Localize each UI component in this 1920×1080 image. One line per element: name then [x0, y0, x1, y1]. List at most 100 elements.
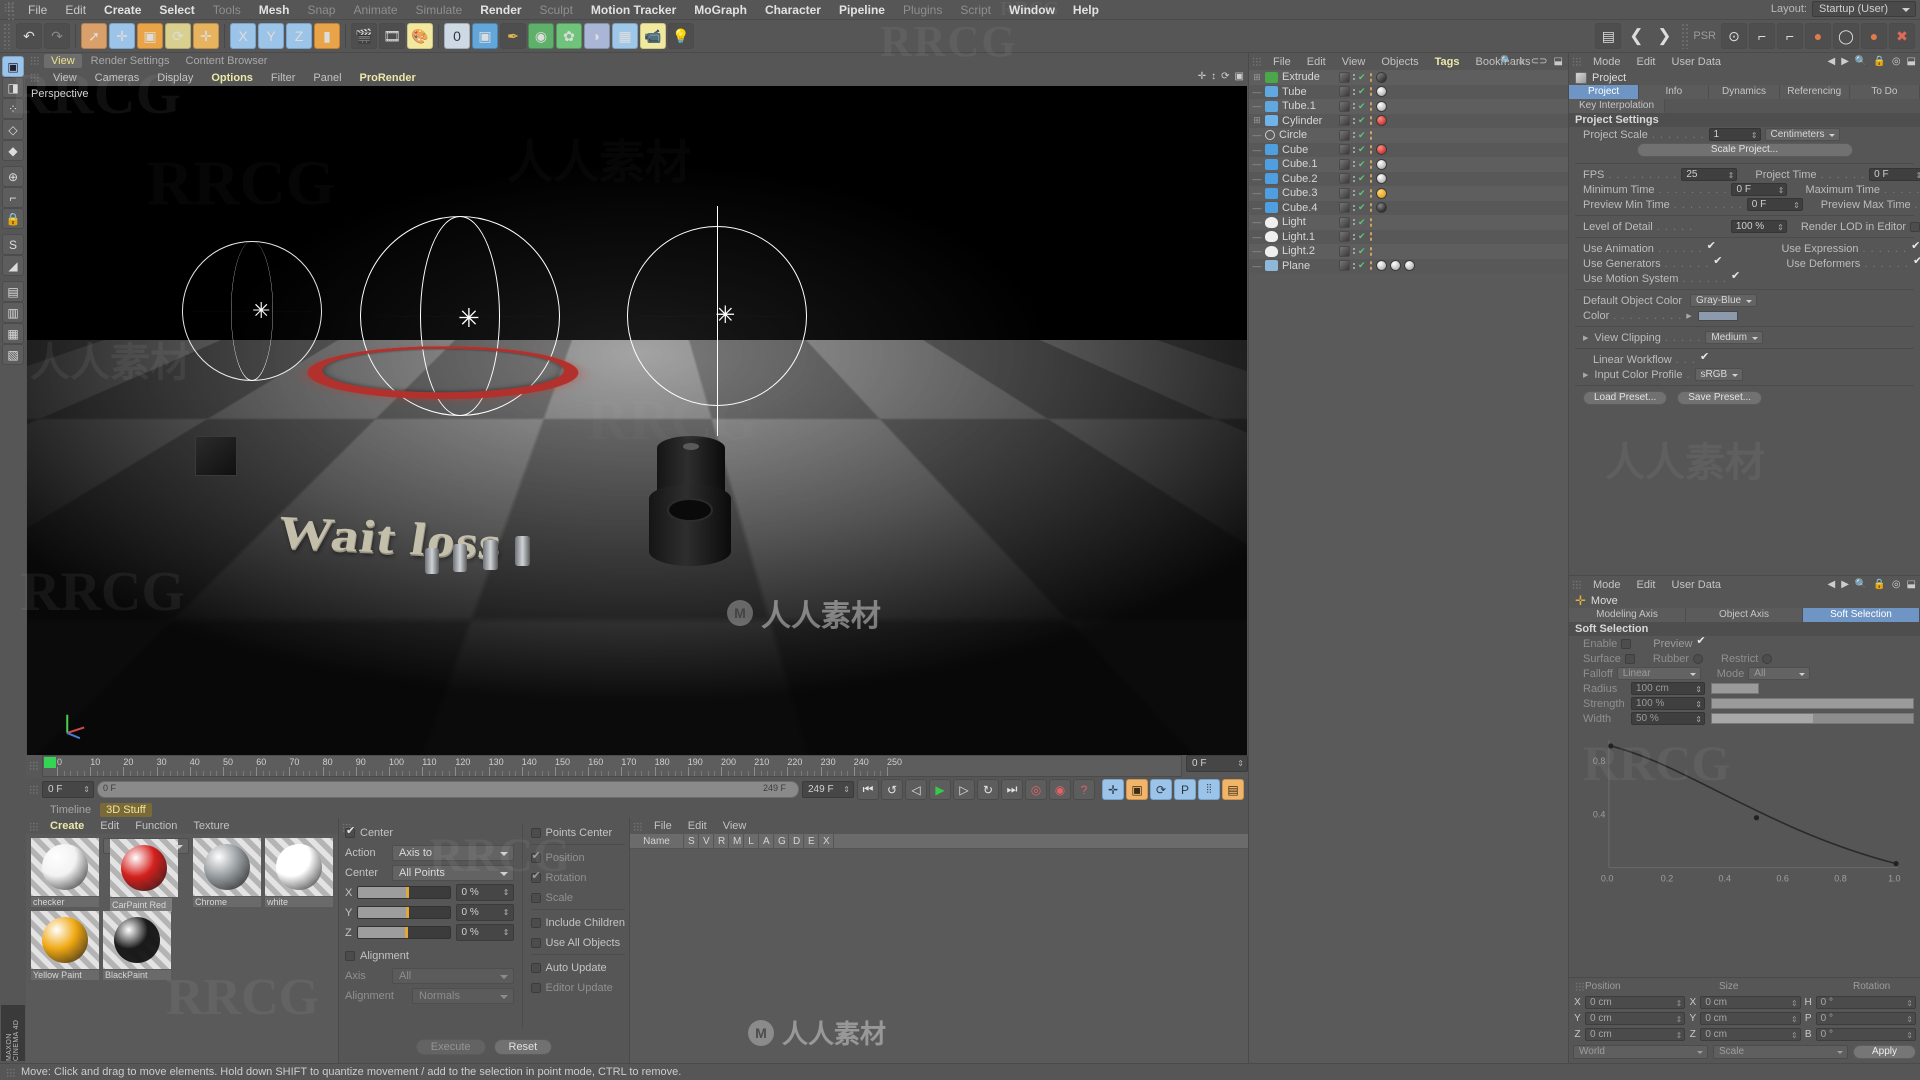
material-swatch[interactable] — [31, 838, 99, 896]
psr-grip[interactable] — [1681, 23, 1690, 49]
object-dots-icon[interactable] — [1353, 176, 1355, 182]
render-view-button[interactable]: 🎬 — [351, 23, 377, 49]
snap-spline-button[interactable]: ● — [1861, 23, 1887, 49]
array-button[interactable]: ◉ — [528, 23, 554, 49]
project-check-box[interactable] — [1707, 244, 1716, 254]
object-list[interactable]: ⊞Extrude✔—Tube✔—Tube.1✔⊞Cylinder✔—Circle… — [1249, 70, 1568, 1063]
center-axis-field[interactable]: 0 %⇕ — [456, 884, 514, 901]
object-row[interactable]: —Circle✔ — [1249, 128, 1568, 143]
alignment-checkbox[interactable] — [345, 951, 355, 961]
reset-button[interactable]: Reset — [494, 1039, 553, 1055]
radius-spinner[interactable]: ⇕ — [1695, 684, 1702, 695]
attribute-tab-info[interactable]: Info — [1639, 85, 1709, 99]
subdivision-button[interactable]: ◗ — [584, 23, 610, 49]
viewport-menu-view[interactable]: View — [44, 72, 86, 84]
expand-icon[interactable]: ⬓ — [1907, 579, 1916, 590]
material-swatch[interactable] — [110, 839, 178, 897]
animation-icon[interactable]: ▦ — [2, 323, 24, 344]
prev-layout-button[interactable]: ❮ — [1623, 23, 1649, 49]
coordinate-field[interactable]: 0 cm⇕ — [1700, 1028, 1800, 1041]
step-back-button[interactable]: ◁ — [905, 779, 927, 800]
menu-item-sculpt[interactable]: Sculpt — [531, 0, 582, 20]
coordinate-system-dropdown[interactable]: World — [1573, 1045, 1708, 1059]
object-material-tag[interactable] — [1376, 188, 1387, 199]
target-icon[interactable]: ◎ — [1892, 56, 1901, 67]
linear-workflow-checkbox[interactable] — [1700, 355, 1710, 365]
soft-selection-grip[interactable] — [1572, 580, 1581, 589]
object-enabled-check[interactable]: ✔ — [1358, 188, 1366, 199]
structure-manager-grip[interactable] — [633, 822, 642, 831]
material-item[interactable]: Chrome — [193, 838, 261, 907]
viewport-menu-panel[interactable]: Panel — [304, 72, 350, 84]
width-field[interactable]: 50 % ⇕ — [1631, 712, 1705, 725]
object-visibility-tag[interactable] — [1339, 202, 1350, 213]
object-tree-toggle[interactable]: — — [1249, 246, 1265, 256]
material-swatch[interactable] — [265, 838, 333, 896]
object-tree-toggle[interactable]: — — [1249, 261, 1265, 271]
material-menu-create[interactable]: Create — [42, 820, 92, 832]
menu-item-create[interactable]: Create — [95, 0, 150, 20]
goto-start-button[interactable]: ⏮ — [857, 779, 879, 800]
object-enabled-check[interactable]: ✔ — [1358, 144, 1366, 155]
object-dots-icon[interactable] — [1353, 103, 1355, 109]
object-row[interactable]: —Cube.4✔ — [1249, 201, 1568, 216]
light-gizmo-1[interactable]: ✳ — [182, 241, 322, 381]
world-object-toggle-button[interactable]: ▮ — [314, 23, 340, 49]
status-bar-grip[interactable] — [6, 1068, 15, 1077]
project-field-spinner[interactable]: ⇕ — [1793, 200, 1800, 211]
object-visibility-tag[interactable] — [1339, 188, 1350, 199]
coordinate-spinner[interactable]: ⇕ — [1676, 1030, 1683, 1041]
object-dots-icon[interactable] — [1353, 147, 1355, 153]
object-visibility-tag[interactable] — [1339, 144, 1350, 155]
material-swatch[interactable] — [103, 911, 171, 969]
preview-checkbox[interactable] — [1696, 639, 1706, 649]
lock-icon[interactable]: 🔒 — [1873, 56, 1885, 67]
object-material-tag[interactable] — [1404, 260, 1415, 271]
center-axis-spinner[interactable]: ⇕ — [503, 888, 510, 898]
object-tree-toggle[interactable]: — — [1249, 217, 1265, 227]
home-icon[interactable]: ⌂ — [1519, 56, 1525, 67]
center-axis-slider-knob[interactable] — [405, 927, 408, 938]
material-swatch[interactable] — [31, 911, 99, 969]
structure-column-l[interactable]: L — [744, 834, 759, 849]
project-scale-spinner[interactable]: ⇕ — [1751, 130, 1758, 141]
width-slider[interactable] — [1711, 713, 1914, 724]
lod-field[interactable]: 100 % ⇕ — [1731, 220, 1787, 233]
object-enabled-check[interactable]: ✔ — [1358, 159, 1366, 170]
center-axis-spinner[interactable]: ⇕ — [503, 928, 510, 938]
attribute-tab-project-settings[interactable]: Project Settings — [1569, 85, 1639, 99]
render-lod-checkbox[interactable] — [1910, 222, 1920, 232]
object-visibility-tag[interactable] — [1339, 101, 1350, 112]
strength-field[interactable]: 100 % ⇕ — [1631, 697, 1705, 710]
viewport-solo-icon[interactable]: ▤ — [2, 281, 24, 302]
scale-tool-button[interactable]: ▣ — [137, 23, 163, 49]
structure-column-m[interactable]: M — [729, 834, 744, 849]
menu-item-tools[interactable]: Tools — [204, 0, 250, 20]
menu-item-render[interactable]: Render — [471, 0, 530, 20]
coordinate-field[interactable]: 0 °⇕ — [1816, 1012, 1916, 1025]
object-material-tag[interactable] — [1376, 115, 1387, 126]
dark-cube-object[interactable] — [195, 436, 237, 476]
object-tree-toggle[interactable]: — — [1249, 130, 1265, 140]
snap-vertex-button[interactable]: ● — [1805, 23, 1831, 49]
axis-z-button[interactable]: Z — [286, 23, 312, 49]
project-field-spinner[interactable]: ⇕ — [1728, 170, 1735, 181]
object-row[interactable]: —Light.2✔ — [1249, 244, 1568, 259]
enable-checkbox[interactable] — [1621, 639, 1631, 649]
target-icon[interactable]: ◎ — [1892, 579, 1901, 590]
object-enabled-check[interactable]: ✔ — [1358, 202, 1366, 213]
color-swatch[interactable] — [1698, 311, 1738, 321]
object-material-tag[interactable] — [1376, 173, 1387, 184]
object-row[interactable]: —Cube.2✔ — [1249, 172, 1568, 187]
perspective-viewport[interactable]: Perspective ✳ ✳ — [27, 86, 1247, 755]
structure-menu-edit[interactable]: Edit — [680, 820, 715, 832]
snap-disable-button[interactable]: ✖ — [1889, 23, 1915, 49]
input-color-profile-dropdown[interactable]: sRGB — [1695, 368, 1744, 381]
center-option-checkbox[interactable] — [531, 873, 541, 883]
menu-item-mesh[interactable]: Mesh — [250, 0, 299, 20]
object-material-tag[interactable] — [1376, 101, 1387, 112]
apply-button[interactable]: Apply — [1853, 1045, 1916, 1059]
autokey-button[interactable]: ◎ — [1025, 779, 1047, 800]
project-check-box[interactable] — [1731, 274, 1741, 284]
soft-selection-menu-edit[interactable]: Edit — [1629, 579, 1664, 591]
